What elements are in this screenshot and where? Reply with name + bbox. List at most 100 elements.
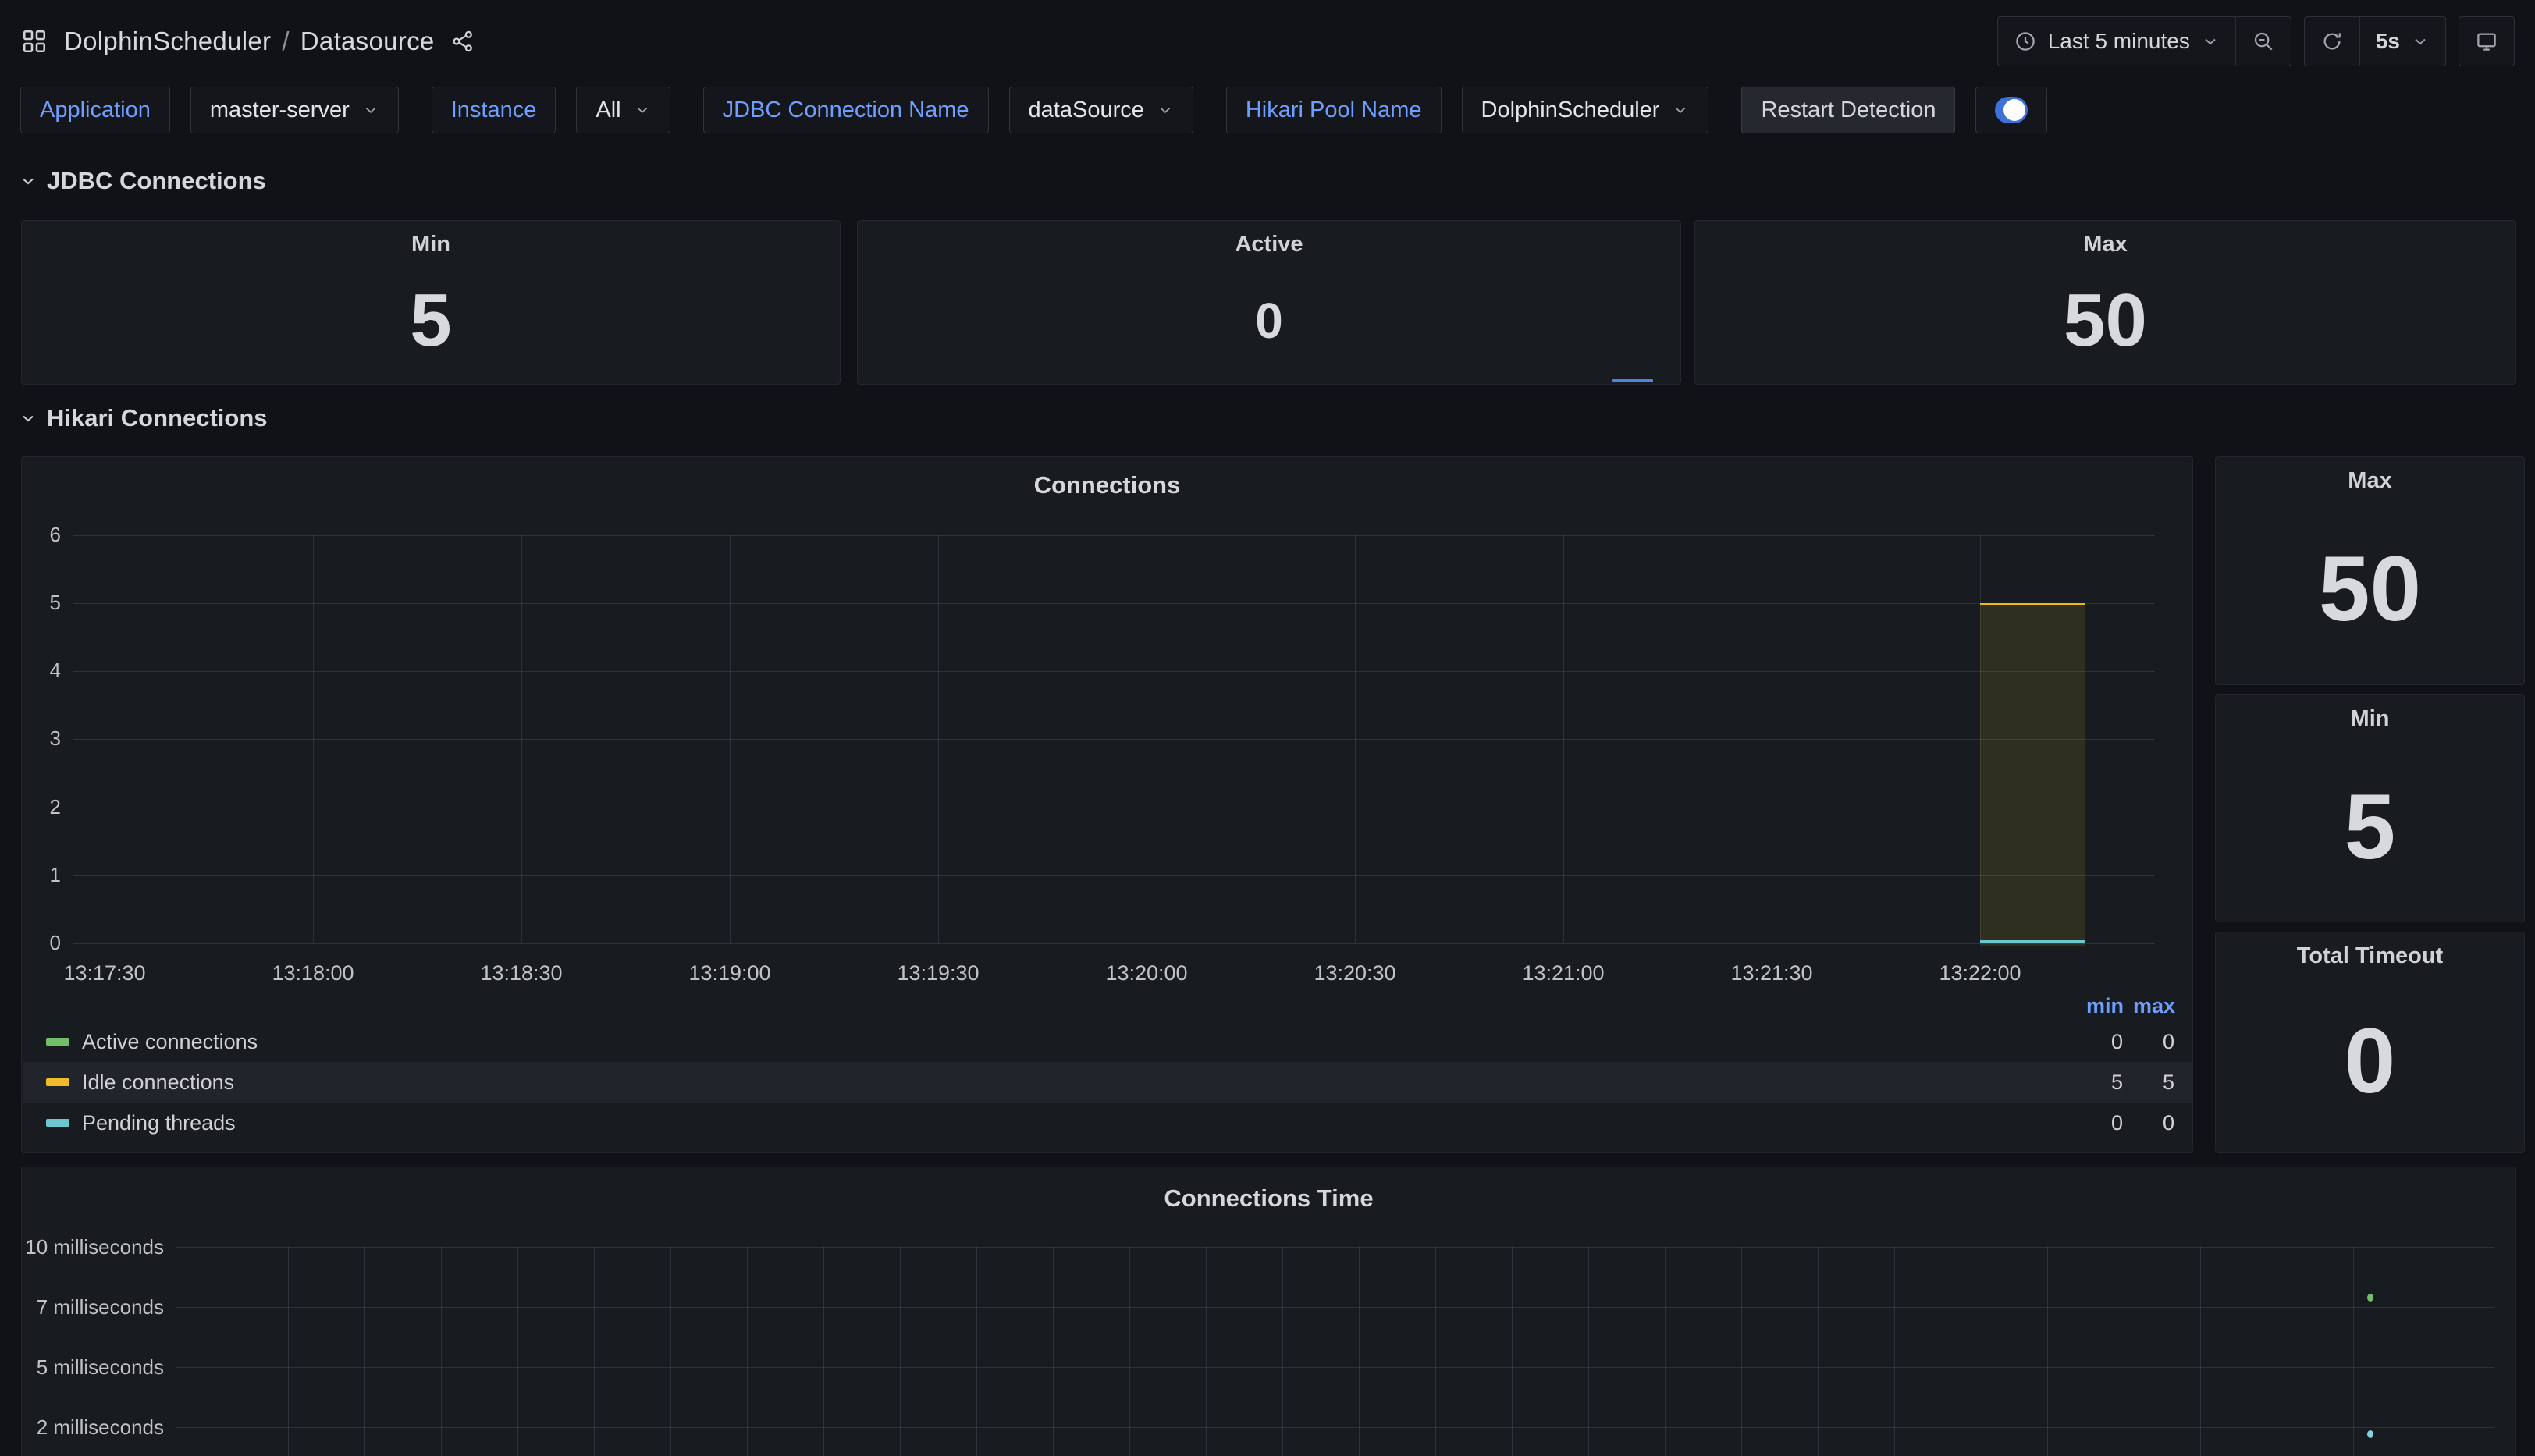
variable-value-text: DolphinScheduler — [1481, 98, 1660, 123]
legend-max-value: 0 — [2123, 1111, 2174, 1135]
y-axis-tick-label: 2 — [22, 795, 61, 819]
breadcrumb[interactable]: DolphinScheduler / Datasource — [64, 27, 435, 56]
chevron-down-icon — [1672, 101, 1689, 119]
zoom-out-button[interactable] — [2235, 17, 2291, 66]
panel-title[interactable]: Connections — [22, 471, 2192, 499]
active-sparkline — [1612, 379, 1653, 382]
gridline — [1053, 1247, 1054, 1456]
variables-row: Application master-server Instance All J… — [20, 84, 2515, 136]
refresh-interval-button[interactable]: 5s — [2359, 17, 2445, 66]
stat-panel-hikari-min: Min 5 — [2215, 694, 2525, 922]
variable-value-text: master-server — [210, 98, 350, 123]
gridline — [521, 535, 522, 943]
time-range-label: Last 5 minutes — [2048, 29, 2190, 54]
breadcrumb-dashboard[interactable]: DolphinScheduler — [64, 27, 271, 56]
gridline — [1355, 535, 1356, 943]
gridline — [1563, 535, 1564, 943]
gridline — [288, 1247, 289, 1456]
gridline — [1588, 1247, 1589, 1456]
refresh-interval-label: 5s — [2376, 29, 2400, 54]
gridline — [73, 535, 2155, 536]
stat-panel-jdbc-max: Max 50 — [1694, 220, 2516, 385]
pending-threads-line — [1980, 940, 2085, 943]
legend-label[interactable]: Active connections — [82, 1030, 258, 1054]
variable-value-text: All — [596, 98, 620, 123]
x-axis-tick-label: 13:20:30 — [1292, 961, 1417, 985]
gridline — [176, 1367, 2494, 1368]
gridline — [1435, 1247, 1436, 1456]
time-picker-group: Last 5 minutes — [1997, 16, 2291, 66]
variable-value-application[interactable]: master-server — [190, 87, 399, 133]
legend-label[interactable]: Idle connections — [82, 1071, 234, 1095]
legend-max-header[interactable]: max — [2124, 994, 2175, 1018]
gridline — [2200, 1247, 2201, 1456]
gridline — [441, 1247, 442, 1456]
y-axis-tick-label: 10 milliseconds — [22, 1235, 164, 1259]
legend-max-value: 5 — [2123, 1071, 2174, 1095]
legend: Active connections 0 0 Idle connections … — [23, 1021, 2192, 1143]
panel-title[interactable]: Total Timeout — [2297, 943, 2443, 969]
legend-min-value: 0 — [2068, 1111, 2123, 1135]
legend-row-idle-connections: Idle connections 5 5 — [23, 1062, 2192, 1103]
section-jdbc-connections[interactable]: JDBC Connections — [19, 161, 266, 201]
chevron-down-icon — [19, 172, 37, 190]
gridline — [1359, 1247, 1360, 1456]
chevron-down-icon — [2411, 32, 2430, 51]
legend-row-pending-threads: Pending threads 0 0 — [23, 1103, 2192, 1143]
variable-value-instance[interactable]: All — [576, 87, 670, 133]
gridline — [1741, 1247, 1742, 1456]
kiosk-group — [2459, 16, 2515, 66]
chevron-down-icon — [19, 409, 37, 428]
panel-title[interactable]: Min — [411, 232, 450, 257]
share-icon[interactable] — [450, 29, 475, 54]
gridline — [313, 535, 314, 943]
chevron-down-icon — [362, 101, 379, 119]
stat-value: 50 — [2319, 494, 2421, 684]
stat-value: 0 — [2345, 969, 2396, 1152]
x-axis-tick-label: 13:19:30 — [876, 961, 1001, 985]
data-point — [2367, 1430, 2373, 1438]
section-title: JDBC Connections — [47, 167, 266, 195]
legend-label[interactable]: Pending threads — [82, 1111, 236, 1135]
gridline — [730, 535, 731, 943]
gridline — [1818, 1247, 1819, 1456]
variable-value-hikari-pool-name[interactable]: DolphinScheduler — [1462, 87, 1709, 133]
chevron-down-icon — [2201, 32, 2220, 51]
data-point — [2367, 1294, 2373, 1302]
gridline — [900, 1247, 901, 1456]
monitor-icon — [2475, 30, 2498, 53]
restart-detection-toggle[interactable] — [1975, 87, 2047, 133]
panel-title[interactable]: Max — [2083, 232, 2127, 257]
clock-icon — [2014, 30, 2037, 53]
panel-title[interactable]: Connections Time — [22, 1184, 2515, 1213]
gridline — [1894, 1247, 1895, 1456]
top-nav: DolphinScheduler / Datasource — [0, 0, 2535, 83]
refresh-button[interactable] — [2305, 17, 2359, 66]
idle-connections-area — [1980, 603, 2085, 946]
stat-value: 5 — [2345, 732, 2396, 922]
variable-value-jdbc-connection-name[interactable]: dataSource — [1009, 87, 1193, 133]
panel-title[interactable]: Active — [1235, 232, 1303, 257]
panel-title[interactable]: Max — [2348, 468, 2391, 494]
breadcrumb-separator: / — [282, 27, 289, 56]
section-hikari-connections[interactable]: Hikari Connections — [19, 398, 268, 439]
section-title: Hikari Connections — [47, 404, 268, 432]
panel-title[interactable]: Min — [2351, 706, 2390, 732]
gridline — [73, 603, 2155, 604]
breadcrumb-page[interactable]: Datasource — [300, 27, 435, 56]
gridline — [747, 1247, 748, 1456]
gridline — [2047, 1247, 2048, 1456]
stat-panel-total-timeout: Total Timeout 0 — [2215, 932, 2525, 1153]
gridline — [73, 875, 2155, 876]
x-axis-tick-label: 13:18:00 — [251, 961, 375, 985]
gridline — [976, 1247, 977, 1456]
toggle-knob — [2003, 99, 2025, 121]
tv-kiosk-button[interactable] — [2459, 17, 2514, 66]
toggle-on[interactable] — [1995, 97, 2028, 123]
x-axis-tick-label: 13:22:00 — [1918, 961, 2043, 985]
apps-grid-icon[interactable] — [20, 27, 48, 55]
legend-min-header[interactable]: min — [2069, 994, 2124, 1018]
variable-label-instance: Instance — [432, 87, 556, 133]
time-range-button[interactable]: Last 5 minutes — [1998, 17, 2235, 66]
x-axis-tick-label: 13:19:00 — [667, 961, 792, 985]
